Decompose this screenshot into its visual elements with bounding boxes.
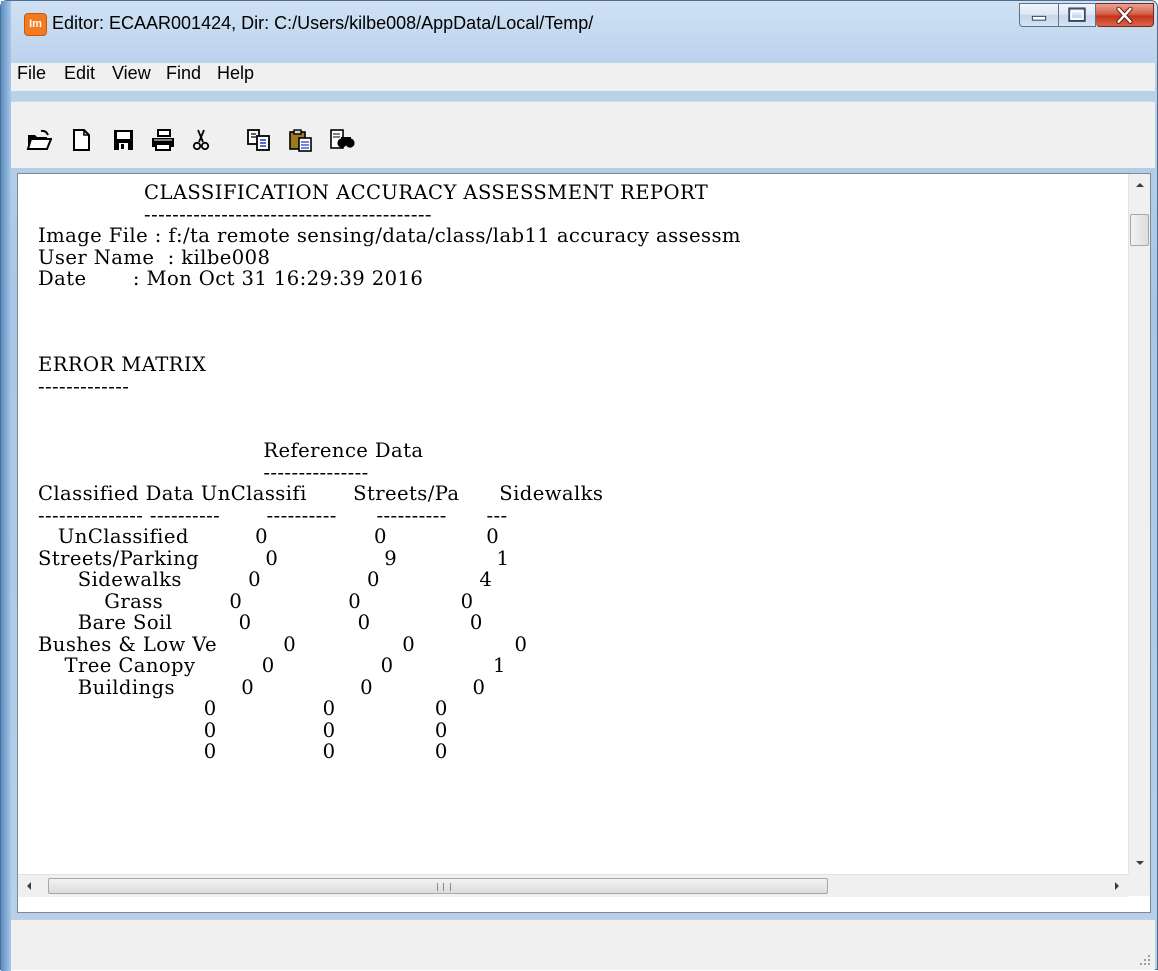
menu-find[interactable]: Find — [166, 63, 201, 91]
paste-icon — [289, 129, 312, 152]
copy-button[interactable] — [246, 128, 272, 152]
minimize-button[interactable] — [1019, 3, 1059, 27]
editor-window: Im Editor: ECAAR001424, Dir: C:/Users/ki… — [0, 0, 1158, 971]
report-line: Bushes & Low Ve 0 0 0 — [38, 632, 528, 656]
arrow-left-icon — [27, 882, 31, 890]
maximize-icon — [1068, 7, 1086, 22]
minimize-icon — [1031, 15, 1047, 21]
cut-icon — [192, 129, 210, 151]
save-icon — [114, 130, 133, 150]
report-line: Buildings 0 0 0 — [38, 675, 486, 699]
report-line — [38, 333, 1124, 355]
scrollbar-corner — [1128, 874, 1150, 896]
report-line: Classified Data UnClassifi Streets/Pa Si… — [38, 482, 604, 505]
maximize-button[interactable] — [1059, 3, 1096, 27]
vertical-scroll-thumb[interactable] — [1130, 214, 1149, 246]
title-bar[interactable]: Im Editor: ECAAR001424, Dir: C:/Users/ki… — [1, 1, 1157, 41]
status-bar — [11, 919, 1155, 970]
report-line: 0 0 0 — [38, 718, 448, 742]
report-line: --------------- ---------- ---------- --… — [38, 503, 508, 527]
save-button[interactable] — [110, 128, 136, 152]
report-line: Date : Mon Oct 31 16:29:39 2016 — [38, 267, 424, 290]
find-icon — [330, 129, 355, 149]
report-line: Tree Canopy 0 0 1 — [38, 654, 506, 677]
new-button[interactable] — [68, 128, 94, 152]
window-frame-edge — [1, 1, 11, 971]
print-icon — [152, 129, 174, 151]
paste-button[interactable] — [288, 128, 314, 152]
menu-edit[interactable]: Edit — [64, 63, 95, 91]
arrow-right-icon — [1115, 882, 1119, 890]
report-line: User Name : kilbe008 — [38, 245, 271, 269]
menu-bar: File Edit View Find Help — [11, 63, 1155, 91]
close-icon — [1116, 6, 1133, 24]
scroll-down-button[interactable] — [1129, 852, 1150, 874]
new-document-icon — [73, 129, 90, 151]
report-line — [38, 311, 1124, 333]
find-button[interactable] — [329, 128, 355, 152]
report-line: Streets/Parking 0 9 1 — [38, 546, 510, 570]
report-line — [38, 397, 1124, 419]
menu-view[interactable]: View — [112, 63, 151, 91]
report-line: Bare Soil 0 0 0 — [38, 611, 483, 634]
print-button[interactable] — [150, 128, 176, 152]
menu-help[interactable]: Help — [217, 63, 254, 91]
report-text: CLASSIFICATION ACCURACY ASSESSMENT REPOR… — [38, 182, 1124, 876]
open-button[interactable] — [26, 128, 52, 152]
menu-file[interactable]: File — [17, 63, 46, 91]
scroll-grip — [437, 883, 451, 891]
cut-button[interactable] — [188, 128, 214, 152]
scroll-left-button[interactable] — [18, 875, 40, 897]
vertical-scrollbar[interactable] — [1128, 174, 1150, 874]
report-line: 0 0 0 — [38, 697, 448, 720]
report-line: ERROR MATRIX — [38, 353, 207, 376]
report-line: ----------------------------------------… — [38, 202, 432, 226]
arrow-up-icon — [1136, 183, 1144, 187]
toolbar — [11, 101, 1155, 168]
horizontal-scrollbar[interactable] — [18, 874, 1128, 897]
report-line — [38, 290, 1124, 312]
app-icon[interactable]: Im — [24, 13, 47, 36]
report-line: 0 0 0 — [38, 740, 448, 763]
arrow-down-icon — [1136, 861, 1144, 865]
report-line: Image File : f:/ta remote sensing/data/c… — [38, 224, 741, 247]
scroll-right-button[interactable] — [1106, 875, 1128, 897]
report-line: Sidewalks 0 0 4 — [38, 568, 493, 591]
resize-grip-icon[interactable] — [1137, 952, 1151, 966]
copy-icon — [247, 129, 270, 151]
close-button[interactable] — [1096, 3, 1154, 27]
horizontal-scroll-thumb[interactable] — [48, 878, 828, 894]
report-line: ------------- — [38, 374, 130, 398]
open-icon — [26, 129, 52, 150]
scroll-up-button[interactable] — [1129, 174, 1150, 196]
report-text-area[interactable]: CLASSIFICATION ACCURACY ASSESSMENT REPOR… — [17, 173, 1151, 913]
report-line: Grass 0 0 0 — [38, 589, 474, 613]
report-line: UnClassified 0 0 0 — [38, 525, 500, 548]
report-line: Reference Data — [38, 439, 424, 462]
report-line — [38, 419, 1124, 441]
report-line: CLASSIFICATION ACCURACY ASSESSMENT REPOR… — [38, 182, 709, 204]
window-title: Editor: ECAAR001424, Dir: C:/Users/kilbe… — [52, 13, 594, 33]
report-line: --------------- — [38, 460, 369, 484]
